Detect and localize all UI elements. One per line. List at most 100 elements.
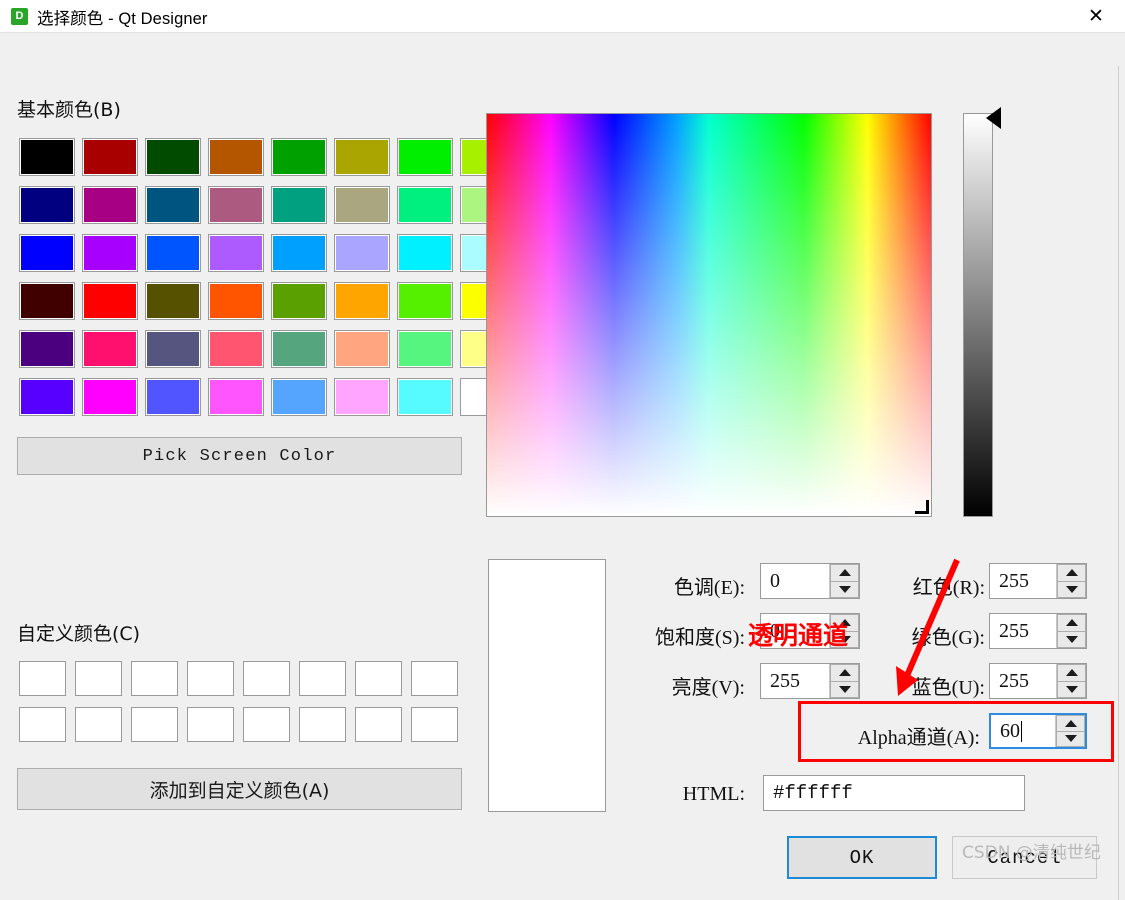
html-input[interactable]: #ffffff [763, 775, 1025, 811]
custom-color-swatch[interactable] [131, 661, 178, 696]
basic-color-swatch[interactable] [397, 330, 453, 368]
custom-color-swatch[interactable] [75, 661, 122, 696]
value-spin-down-icon[interactable] [830, 681, 859, 698]
custom-color-swatch[interactable] [187, 661, 234, 696]
basic-color-swatch[interactable] [82, 138, 138, 176]
basic-color-swatch[interactable] [145, 378, 201, 416]
hue-spin-down-icon[interactable] [830, 581, 859, 598]
basic-color-swatch[interactable] [334, 282, 390, 320]
custom-color-swatch[interactable] [243, 661, 290, 696]
basic-color-swatch[interactable] [19, 138, 75, 176]
basic-color-swatch[interactable] [271, 330, 327, 368]
blue-spin-buttons[interactable] [1056, 664, 1086, 698]
value-spin-buttons[interactable] [829, 664, 859, 698]
hue-spin-buttons[interactable] [829, 564, 859, 598]
basic-color-swatch[interactable] [208, 330, 264, 368]
red-spin-buttons[interactable] [1056, 564, 1086, 598]
pick-screen-color-button[interactable]: Pick Screen Color [17, 437, 462, 475]
custom-color-swatch[interactable] [355, 707, 402, 742]
basic-color-swatch[interactable] [397, 138, 453, 176]
basic-colors-grid[interactable] [19, 138, 516, 416]
green-spin-buttons[interactable] [1056, 614, 1086, 648]
basic-color-swatch[interactable] [334, 186, 390, 224]
basic-color-swatch[interactable] [334, 138, 390, 176]
green-spin-up-icon[interactable] [1057, 614, 1086, 632]
value-slider-handle-icon[interactable] [986, 107, 1001, 129]
red-label: 红色(R): [912, 577, 985, 599]
value-spin-up-icon[interactable] [830, 664, 859, 682]
basic-color-swatch[interactable] [145, 330, 201, 368]
basic-color-swatch[interactable] [19, 378, 75, 416]
custom-color-swatch[interactable] [411, 661, 458, 696]
custom-color-swatch[interactable] [19, 661, 66, 696]
basic-color-swatch[interactable] [145, 138, 201, 176]
basic-color-swatch[interactable] [19, 330, 75, 368]
window-titlebar: D 选择颜色 - Qt Designer ✕ [0, 0, 1125, 33]
basic-color-swatch[interactable] [271, 138, 327, 176]
basic-color-swatch[interactable] [334, 234, 390, 272]
custom-colors-grid[interactable] [19, 661, 458, 742]
basic-color-swatch[interactable] [397, 282, 453, 320]
basic-colors-label: 基本颜色(B) [17, 99, 121, 121]
basic-color-swatch[interactable] [271, 186, 327, 224]
window-right-edge [1118, 66, 1119, 900]
basic-color-swatch[interactable] [19, 234, 75, 272]
value-spinbox[interactable]: 255 [760, 663, 860, 699]
basic-color-swatch[interactable] [82, 186, 138, 224]
basic-color-swatch[interactable] [208, 378, 264, 416]
red-spinbox[interactable]: 255 [989, 563, 1087, 599]
basic-color-swatch[interactable] [19, 282, 75, 320]
hue-spinbox[interactable]: 0 [760, 563, 860, 599]
basic-color-swatch[interactable] [145, 234, 201, 272]
qt-designer-icon: D [11, 8, 28, 25]
green-spinbox[interactable]: 255 [989, 613, 1087, 649]
basic-color-swatch[interactable] [397, 378, 453, 416]
custom-color-swatch[interactable] [411, 707, 458, 742]
red-spin-down-icon[interactable] [1057, 581, 1086, 598]
basic-color-swatch[interactable] [82, 378, 138, 416]
blue-spinbox[interactable]: 255 [989, 663, 1087, 699]
value-slider[interactable] [963, 113, 993, 517]
close-icon[interactable]: ✕ [1067, 0, 1125, 33]
basic-color-swatch[interactable] [271, 282, 327, 320]
green-value: 255 [999, 619, 1029, 642]
custom-color-swatch[interactable] [131, 707, 178, 742]
custom-color-swatch[interactable] [75, 707, 122, 742]
add-to-custom-colors-button[interactable]: 添加到自定义颜色(A) [17, 768, 462, 810]
saturation-value-picker[interactable] [486, 113, 932, 517]
csdn-watermark: CSDN @清纯世纪 [962, 843, 1101, 863]
annotation-highlight-box [798, 701, 1114, 762]
custom-color-swatch[interactable] [299, 707, 346, 742]
basic-color-swatch[interactable] [145, 186, 201, 224]
basic-color-swatch[interactable] [397, 186, 453, 224]
basic-color-swatch[interactable] [19, 186, 75, 224]
basic-color-swatch[interactable] [82, 282, 138, 320]
blue-spin-down-icon[interactable] [1057, 681, 1086, 698]
basic-color-swatch[interactable] [82, 330, 138, 368]
custom-color-swatch[interactable] [19, 707, 66, 742]
basic-color-swatch[interactable] [208, 282, 264, 320]
custom-color-swatch[interactable] [187, 707, 234, 742]
color-dialog: 基本颜色(B) Pick Screen Color 自定义颜色(C) 添加到自定… [0, 33, 1125, 900]
ok-button[interactable]: OK [787, 836, 937, 879]
blue-spin-up-icon[interactable] [1057, 664, 1086, 682]
basic-color-swatch[interactable] [208, 186, 264, 224]
basic-color-swatch[interactable] [271, 378, 327, 416]
hue-spin-up-icon[interactable] [830, 564, 859, 582]
blue-value: 255 [999, 669, 1029, 692]
custom-colors-label: 自定义颜色(C) [17, 623, 141, 645]
basic-color-swatch[interactable] [208, 234, 264, 272]
basic-color-swatch[interactable] [145, 282, 201, 320]
red-spin-up-icon[interactable] [1057, 564, 1086, 582]
basic-color-swatch[interactable] [397, 234, 453, 272]
basic-color-swatch[interactable] [208, 138, 264, 176]
custom-color-swatch[interactable] [355, 661, 402, 696]
basic-color-swatch[interactable] [271, 234, 327, 272]
green-spin-down-icon[interactable] [1057, 631, 1086, 648]
saturation-label: 饱和度(S): [655, 627, 745, 649]
basic-color-swatch[interactable] [334, 330, 390, 368]
basic-color-swatch[interactable] [82, 234, 138, 272]
custom-color-swatch[interactable] [299, 661, 346, 696]
basic-color-swatch[interactable] [334, 378, 390, 416]
custom-color-swatch[interactable] [243, 707, 290, 742]
